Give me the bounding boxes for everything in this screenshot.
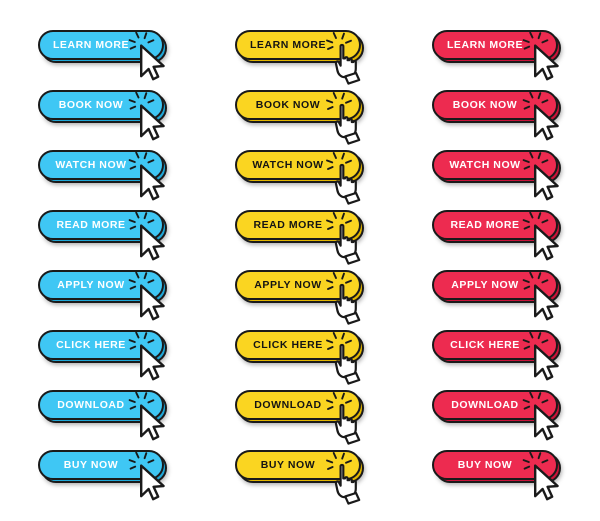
button-body[interactable]: CLICK HERE	[432, 330, 558, 360]
cta-button-watch-now-red[interactable]: WATCH NOW	[432, 142, 582, 204]
button-body[interactable]: WATCH NOW	[432, 150, 558, 180]
cta-button-learn-more-blue[interactable]: LEARN MORE	[38, 22, 188, 84]
button-body[interactable]: WATCH NOW	[235, 150, 361, 180]
cta-button-read-more-yellow[interactable]: READ MORE	[235, 202, 385, 265]
button-label: CLICK HERE	[56, 338, 126, 351]
cta-button-buy-now-red[interactable]: BUY NOW	[432, 442, 582, 504]
button-body[interactable]: DOWNLOAD	[38, 390, 164, 420]
cta-button-book-now-red[interactable]: BOOK NOW	[432, 82, 582, 144]
cta-button-download-red[interactable]: DOWNLOAD	[432, 382, 582, 444]
button-label: BUY NOW	[260, 458, 316, 471]
button-label: BOOK NOW	[58, 98, 124, 111]
button-label: CLICK HERE	[450, 338, 520, 351]
button-body[interactable]: BUY NOW	[432, 450, 558, 480]
button-label: WATCH NOW	[55, 158, 127, 171]
button-label: BUY NOW	[63, 458, 119, 471]
button-body[interactable]: LEARN MORE	[432, 30, 558, 60]
cta-button-apply-now-red[interactable]: APPLY NOW	[432, 262, 582, 324]
button-body[interactable]: BOOK NOW	[38, 90, 164, 120]
button-label: READ MORE	[253, 218, 323, 231]
button-body[interactable]: APPLY NOW	[432, 270, 558, 300]
cta-button-apply-now-blue[interactable]: APPLY NOW	[38, 262, 188, 324]
button-body[interactable]: READ MORE	[38, 210, 164, 240]
button-body[interactable]: CLICK HERE	[235, 330, 361, 360]
button-body[interactable]: CLICK HERE	[38, 330, 164, 360]
button-label: DOWNLOAD	[254, 398, 322, 411]
cta-button-book-now-yellow[interactable]: BOOK NOW	[235, 82, 385, 145]
button-body[interactable]: APPLY NOW	[38, 270, 164, 300]
cta-button-apply-now-yellow[interactable]: APPLY NOW	[235, 262, 385, 325]
button-body[interactable]: DOWNLOAD	[432, 390, 558, 420]
cta-button-read-more-blue[interactable]: READ MORE	[38, 202, 188, 264]
button-label: APPLY NOW	[254, 278, 322, 291]
button-label: BOOK NOW	[452, 98, 518, 111]
button-body[interactable]: READ MORE	[432, 210, 558, 240]
button-label: WATCH NOW	[252, 158, 324, 171]
cta-button-book-now-blue[interactable]: BOOK NOW	[38, 82, 188, 144]
button-label: CLICK HERE	[253, 338, 323, 351]
cta-button-download-yellow[interactable]: DOWNLOAD	[235, 382, 385, 445]
button-body[interactable]: BUY NOW	[235, 450, 361, 480]
cta-button-download-blue[interactable]: DOWNLOAD	[38, 382, 188, 444]
button-body[interactable]: BUY NOW	[38, 450, 164, 480]
button-label: DOWNLOAD	[57, 398, 125, 411]
cta-button-learn-more-yellow[interactable]: LEARN MORE	[235, 22, 385, 85]
button-set-canvas: LEARN MORE BOOK NOW WATCH NOW READ MORE APPL…	[0, 0, 600, 521]
button-body[interactable]: LEARN MORE	[235, 30, 361, 60]
button-label: BOOK NOW	[255, 98, 321, 111]
cta-button-click-here-red[interactable]: CLICK HERE	[432, 322, 582, 384]
button-label: BUY NOW	[457, 458, 513, 471]
button-label: APPLY NOW	[451, 278, 519, 291]
button-body[interactable]: BOOK NOW	[235, 90, 361, 120]
button-body[interactable]: DOWNLOAD	[235, 390, 361, 420]
cta-button-read-more-red[interactable]: READ MORE	[432, 202, 582, 264]
button-body[interactable]: BOOK NOW	[432, 90, 558, 120]
button-label: READ MORE	[450, 218, 520, 231]
button-label: WATCH NOW	[449, 158, 521, 171]
cta-button-watch-now-yellow[interactable]: WATCH NOW	[235, 142, 385, 205]
cta-button-click-here-yellow[interactable]: CLICK HERE	[235, 322, 385, 385]
button-body[interactable]: LEARN MORE	[38, 30, 164, 60]
button-label: LEARN MORE	[52, 38, 130, 51]
button-label: READ MORE	[56, 218, 126, 231]
button-label: APPLY NOW	[57, 278, 125, 291]
button-label: LEARN MORE	[249, 38, 327, 51]
cta-button-learn-more-red[interactable]: LEARN MORE	[432, 22, 582, 84]
button-label: DOWNLOAD	[451, 398, 519, 411]
cta-button-buy-now-blue[interactable]: BUY NOW	[38, 442, 188, 504]
button-body[interactable]: WATCH NOW	[38, 150, 164, 180]
button-body[interactable]: READ MORE	[235, 210, 361, 240]
cta-button-watch-now-blue[interactable]: WATCH NOW	[38, 142, 188, 204]
cta-button-buy-now-yellow[interactable]: BUY NOW	[235, 442, 385, 505]
button-body[interactable]: APPLY NOW	[235, 270, 361, 300]
button-label: LEARN MORE	[446, 38, 524, 51]
cta-button-click-here-blue[interactable]: CLICK HERE	[38, 322, 188, 384]
